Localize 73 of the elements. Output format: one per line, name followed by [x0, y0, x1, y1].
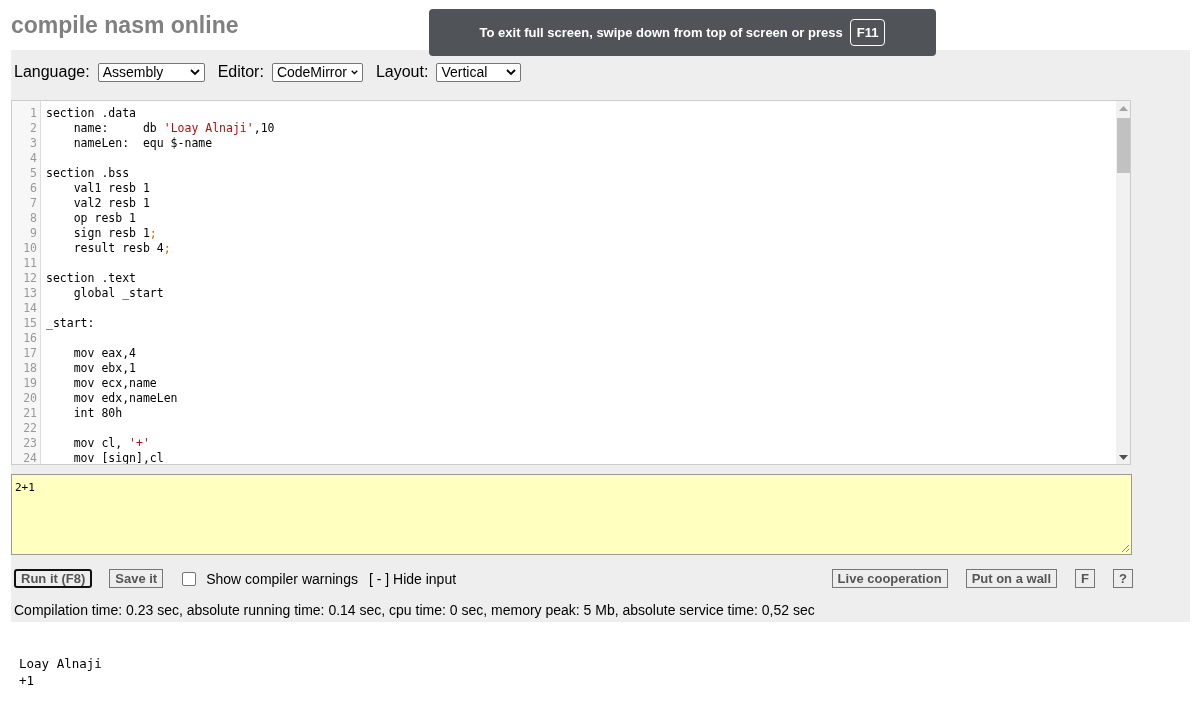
line-number: 18 [22, 361, 37, 376]
code-line: _start: [46, 316, 95, 331]
code-line: section .bss [46, 166, 130, 181]
resize-grip-icon[interactable] [1121, 544, 1129, 552]
code-line: int 80h [72, 406, 123, 421]
toolbar-label: Editor: [217, 63, 264, 81]
line-number: 20 [22, 391, 37, 406]
stats-text: Compilation time: 0.23 sec, absolute running time: 0.14 sec, cpu time: 0 sec, memory peak: 5 Mb, absolute service time: 0,52 sec [13, 601, 816, 618]
line-number: 19 [22, 376, 37, 391]
toolbar-label: Language: [14, 63, 90, 81]
code-line: mov ebx,1 [72, 361, 136, 376]
output-line: Loay Alnaji [19, 655, 102, 672]
toolbar-label: Layout: [375, 63, 429, 81]
chevron-icon [189, 68, 200, 76]
line-number: 2 [29, 121, 37, 136]
line-number: 22 [22, 421, 37, 436]
line-number: 13 [22, 286, 37, 301]
code-line: mov ecx,name [72, 376, 157, 391]
line-number: 12 [22, 271, 37, 286]
line-number: 21 [22, 406, 37, 421]
key-badge: F11 [849, 19, 886, 46]
code-line: section .text [46, 271, 136, 286]
input-field[interactable]: 2+1 [11, 474, 1132, 555]
code-line: mov [sign],cl [72, 451, 164, 464]
line-number: 8 [29, 211, 37, 226]
scrollbar[interactable] [1116, 101, 1130, 464]
line-number: 23 [22, 436, 37, 451]
line-number: 7 [29, 196, 37, 211]
toolbar-button[interactable]: Put on a wall [965, 569, 1058, 588]
code-line: name: db 'Loay Alnaji',10 [72, 121, 275, 136]
scroll-down-icon[interactable] [1118, 455, 1128, 460]
scroll-thumb[interactable] [1116, 118, 1130, 173]
code-line: val2 resb 1 [72, 196, 150, 211]
line-number: 3 [29, 136, 37, 151]
toolbar-button[interactable]: F [1075, 569, 1096, 588]
code-line: sign resb 1; [72, 226, 157, 241]
dropdown[interactable]: Assembly [97, 62, 205, 82]
hide-input-link[interactable]: [ - ] Hide input [368, 570, 457, 587]
output-line: +1 [19, 672, 35, 689]
code-line: val1 resb 1 [72, 181, 150, 196]
line-number: 14 [22, 301, 37, 316]
code-line: mov eax,4 [72, 346, 136, 361]
chevron-icon [350, 68, 358, 76]
line-number: 10 [22, 241, 37, 256]
notice-text: To exit full screen, swipe down from top of screen or press [479, 25, 843, 40]
line-number: 5 [29, 166, 37, 181]
scroll-up-icon[interactable] [1118, 106, 1128, 111]
toolbar-button[interactable]: Live cooperation [831, 569, 948, 588]
checkbox-label[interactable]: Show compiler warnings [206, 570, 358, 587]
code-line: result resb 4; [72, 241, 171, 256]
dropdown[interactable]: Vertical [436, 62, 522, 82]
toolbar-button[interactable]: ? [1113, 569, 1133, 588]
line-number: 17 [22, 346, 37, 361]
code-line: op resb 1 [72, 211, 136, 226]
line-number: 6 [29, 181, 37, 196]
line-number: 1 [29, 106, 37, 121]
page-title: compile nasm online [11, 11, 239, 40]
code-line: section .data [46, 106, 136, 121]
line-number: 9 [29, 226, 37, 241]
code-line: global _start [72, 286, 164, 301]
dropdown[interactable]: CodeMirror [271, 62, 363, 82]
line-number: 4 [29, 151, 37, 166]
line-number: 24 [22, 451, 37, 464]
run-button[interactable]: Run it (F8) [14, 569, 93, 588]
chevron-icon [506, 68, 517, 76]
code-line: nameLen: equ $-name [72, 136, 213, 151]
code-line: mov edx,nameLen [72, 391, 178, 406]
line-number: 11 [22, 256, 37, 271]
save-button[interactable]: Save it [109, 569, 164, 588]
checkbox[interactable] [182, 571, 197, 586]
code-line: mov cl, '+' [72, 436, 150, 451]
line-number: 16 [22, 331, 37, 346]
line-number: 15 [22, 316, 37, 331]
